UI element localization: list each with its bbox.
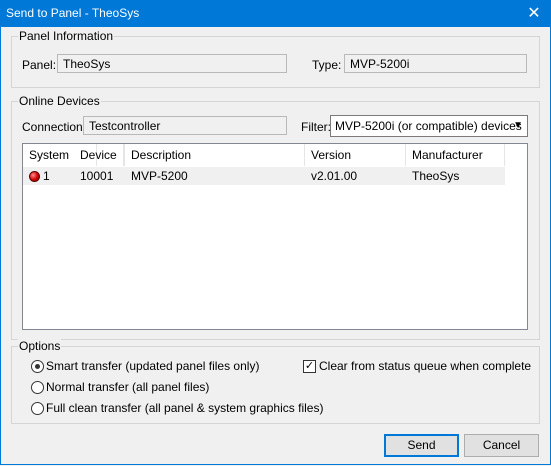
options-label: Options — [18, 339, 62, 353]
description-cell: MVP-5200 — [131, 169, 188, 183]
smart-transfer-label[interactable]: Smart transfer (updated panel files only… — [46, 359, 259, 373]
device-list-header: System Device Description Version Manufa… — [23, 144, 505, 166]
connection-field: Testcontroller — [83, 116, 287, 135]
column-header-version[interactable]: Version — [305, 144, 406, 166]
online-devices-label: Online Devices — [18, 94, 101, 108]
panel-type-field: MVP-5200i — [344, 54, 527, 73]
panel-name-field: TheoSys — [57, 54, 287, 73]
type-label: Type: — [312, 58, 342, 72]
column-header-manufacturer[interactable]: Manufacturer — [406, 144, 505, 166]
version-cell: v2.01.00 — [311, 169, 358, 183]
window-title: Send to Panel - TheoSys — [6, 6, 140, 20]
system-cell: 1 — [23, 167, 74, 185]
connection-label: Connection: — [22, 120, 87, 134]
full-clean-transfer-label[interactable]: Full clean transfer (all panel & system … — [46, 401, 323, 415]
title-bar: Send to Panel - TheoSys ✕ — [0, 0, 551, 27]
normal-transfer-label[interactable]: Normal transfer (all panel files) — [46, 380, 209, 394]
smart-transfer-radio[interactable] — [31, 360, 44, 373]
column-header-description[interactable]: Description — [125, 144, 305, 166]
close-icon[interactable]: ✕ — [517, 0, 551, 27]
filter-selected-value: MVP-5200i (or compatible) devices — [335, 119, 522, 133]
clear-queue-label[interactable]: Clear from status queue when complete — [319, 359, 531, 373]
send-button[interactable]: Send — [384, 434, 459, 457]
table-row[interactable]: 1 10001 MVP-5200 v2.01.00 TheoSys — [23, 167, 505, 185]
normal-transfer-radio[interactable] — [31, 381, 44, 394]
device-list[interactable]: System Device Description Version Manufa… — [22, 143, 528, 330]
filter-label: Filter: — [301, 120, 331, 134]
chevron-down-icon: ▼ — [513, 120, 523, 131]
clear-queue-checkbox[interactable]: ✓ — [303, 360, 316, 373]
panel-information-label: Panel Information — [18, 29, 115, 43]
status-led-icon — [29, 171, 40, 182]
system-value: 1 — [43, 169, 50, 183]
manufacturer-cell: TheoSys — [412, 169, 460, 183]
cancel-button[interactable]: Cancel — [464, 434, 539, 457]
panel-label: Panel: — [22, 58, 57, 72]
column-header-device[interactable]: Device — [74, 144, 125, 166]
filter-dropdown[interactable]: MVP-5200i (or compatible) devices ▼ — [330, 115, 528, 137]
device-cell: 10001 — [80, 169, 114, 183]
full-clean-transfer-radio[interactable] — [31, 402, 44, 415]
